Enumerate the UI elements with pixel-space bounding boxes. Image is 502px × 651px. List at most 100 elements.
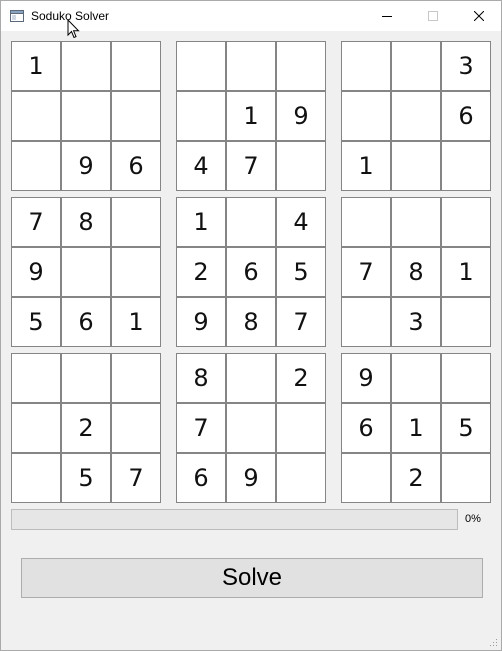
sudoku-cell[interactable]: 1 bbox=[441, 247, 491, 297]
sudoku-cell[interactable]: 7 bbox=[11, 197, 61, 247]
sudoku-cell[interactable] bbox=[391, 197, 441, 247]
window-icon bbox=[10, 10, 24, 22]
mouse-cursor-icon bbox=[67, 19, 80, 39]
sudoku-cell[interactable] bbox=[391, 141, 441, 191]
sudoku-cell[interactable]: 1 bbox=[341, 141, 391, 191]
sudoku-cell[interactable]: 2 bbox=[176, 247, 226, 297]
sudoku-cell[interactable] bbox=[111, 247, 161, 297]
sudoku-cell[interactable] bbox=[391, 91, 441, 141]
sudoku-cell[interactable] bbox=[11, 353, 61, 403]
sudoku-cell[interactable]: 6 bbox=[341, 403, 391, 453]
sudoku-cell[interactable] bbox=[276, 403, 326, 453]
close-button[interactable] bbox=[456, 1, 502, 31]
sudoku-cell[interactable] bbox=[226, 353, 276, 403]
sudoku-cell[interactable] bbox=[341, 297, 391, 347]
sudoku-cell[interactable]: 7 bbox=[226, 141, 276, 191]
sudoku-block: 7813 bbox=[341, 197, 491, 347]
sudoku-cell[interactable] bbox=[111, 41, 161, 91]
sudoku-cell[interactable]: 8 bbox=[176, 353, 226, 403]
sudoku-cell[interactable] bbox=[111, 197, 161, 247]
sudoku-cell[interactable] bbox=[341, 197, 391, 247]
sudoku-cell[interactable]: 4 bbox=[276, 197, 326, 247]
sudoku-cell[interactable] bbox=[341, 453, 391, 503]
sudoku-cell[interactable]: 1 bbox=[111, 297, 161, 347]
sudoku-cell[interactable]: 5 bbox=[61, 453, 111, 503]
close-icon bbox=[474, 11, 484, 21]
sudoku-cell[interactable] bbox=[341, 91, 391, 141]
sudoku-cell[interactable] bbox=[111, 353, 161, 403]
maximize-button[interactable] bbox=[410, 1, 456, 31]
sudoku-cell[interactable]: 9 bbox=[176, 297, 226, 347]
sudoku-cell[interactable]: 9 bbox=[61, 141, 111, 191]
sudoku-cell[interactable]: 3 bbox=[391, 297, 441, 347]
sudoku-cell[interactable] bbox=[441, 353, 491, 403]
sudoku-cell[interactable] bbox=[111, 403, 161, 453]
sudoku-cell[interactable] bbox=[441, 197, 491, 247]
sudoku-cell[interactable]: 7 bbox=[176, 403, 226, 453]
sudoku-cell[interactable]: 2 bbox=[61, 403, 111, 453]
sudoku-block: 82769 bbox=[176, 353, 326, 503]
sudoku-cell[interactable] bbox=[61, 247, 111, 297]
sudoku-cell[interactable]: 7 bbox=[341, 247, 391, 297]
sudoku-cell[interactable]: 6 bbox=[176, 453, 226, 503]
sudoku-cell[interactable] bbox=[226, 403, 276, 453]
sudoku-cell[interactable]: 1 bbox=[11, 41, 61, 91]
sudoku-cell[interactable] bbox=[176, 91, 226, 141]
sudoku-cell[interactable]: 8 bbox=[61, 197, 111, 247]
sudoku-cell[interactable]: 1 bbox=[391, 403, 441, 453]
sudoku-cell[interactable]: 9 bbox=[226, 453, 276, 503]
sudoku-cell[interactable] bbox=[441, 453, 491, 503]
minimize-button[interactable] bbox=[364, 1, 410, 31]
sudoku-cell[interactable] bbox=[276, 453, 326, 503]
sudoku-cell[interactable]: 4 bbox=[176, 141, 226, 191]
sudoku-cell[interactable] bbox=[176, 41, 226, 91]
sudoku-block: 361 bbox=[341, 41, 491, 191]
resize-grip-icon[interactable] bbox=[488, 637, 498, 647]
sudoku-cell[interactable]: 2 bbox=[391, 453, 441, 503]
sudoku-cell[interactable] bbox=[226, 41, 276, 91]
sudoku-cell[interactable] bbox=[341, 41, 391, 91]
sudoku-cell[interactable]: 9 bbox=[11, 247, 61, 297]
sudoku-cell[interactable] bbox=[226, 197, 276, 247]
sudoku-cell[interactable]: 2 bbox=[276, 353, 326, 403]
sudoku-cell[interactable]: 7 bbox=[276, 297, 326, 347]
sudoku-cell[interactable] bbox=[391, 353, 441, 403]
sudoku-cell[interactable] bbox=[61, 353, 111, 403]
sudoku-cell[interactable]: 1 bbox=[176, 197, 226, 247]
sudoku-cell[interactable]: 5 bbox=[441, 403, 491, 453]
sudoku-cell[interactable]: 5 bbox=[276, 247, 326, 297]
sudoku-block: 1947 bbox=[176, 41, 326, 191]
sudoku-cell[interactable]: 9 bbox=[341, 353, 391, 403]
sudoku-cell[interactable]: 6 bbox=[441, 91, 491, 141]
sudoku-cell[interactable]: 9 bbox=[276, 91, 326, 141]
sudoku-cell[interactable] bbox=[11, 453, 61, 503]
main-window: Soduko Solver 19619473617895611426598778… bbox=[0, 0, 502, 651]
sudoku-cell[interactable]: 7 bbox=[111, 453, 161, 503]
sudoku-cell[interactable]: 8 bbox=[391, 247, 441, 297]
sudoku-cell[interactable]: 6 bbox=[111, 141, 161, 191]
sudoku-cell[interactable] bbox=[61, 91, 111, 141]
sudoku-cell[interactable] bbox=[276, 41, 326, 91]
sudoku-cell[interactable]: 6 bbox=[226, 247, 276, 297]
solve-button[interactable]: Solve bbox=[21, 558, 483, 598]
sudoku-block: 789561 bbox=[11, 197, 161, 347]
sudoku-block: 257 bbox=[11, 353, 161, 503]
sudoku-cell[interactable] bbox=[276, 141, 326, 191]
sudoku-block: 96152 bbox=[341, 353, 491, 503]
sudoku-cell[interactable] bbox=[11, 91, 61, 141]
sudoku-cell[interactable] bbox=[441, 141, 491, 191]
maximize-icon bbox=[428, 11, 438, 21]
progress-bar bbox=[11, 509, 458, 530]
sudoku-cell[interactable] bbox=[391, 41, 441, 91]
sudoku-cell[interactable]: 3 bbox=[441, 41, 491, 91]
sudoku-cell[interactable]: 8 bbox=[226, 297, 276, 347]
sudoku-cell[interactable]: 6 bbox=[61, 297, 111, 347]
sudoku-cell[interactable] bbox=[441, 297, 491, 347]
sudoku-cell[interactable]: 1 bbox=[226, 91, 276, 141]
sudoku-cell[interactable] bbox=[111, 91, 161, 141]
sudoku-block: 14265987 bbox=[176, 197, 326, 347]
sudoku-cell[interactable]: 5 bbox=[11, 297, 61, 347]
sudoku-cell[interactable] bbox=[11, 141, 61, 191]
sudoku-cell[interactable] bbox=[11, 403, 61, 453]
sudoku-cell[interactable] bbox=[61, 41, 111, 91]
